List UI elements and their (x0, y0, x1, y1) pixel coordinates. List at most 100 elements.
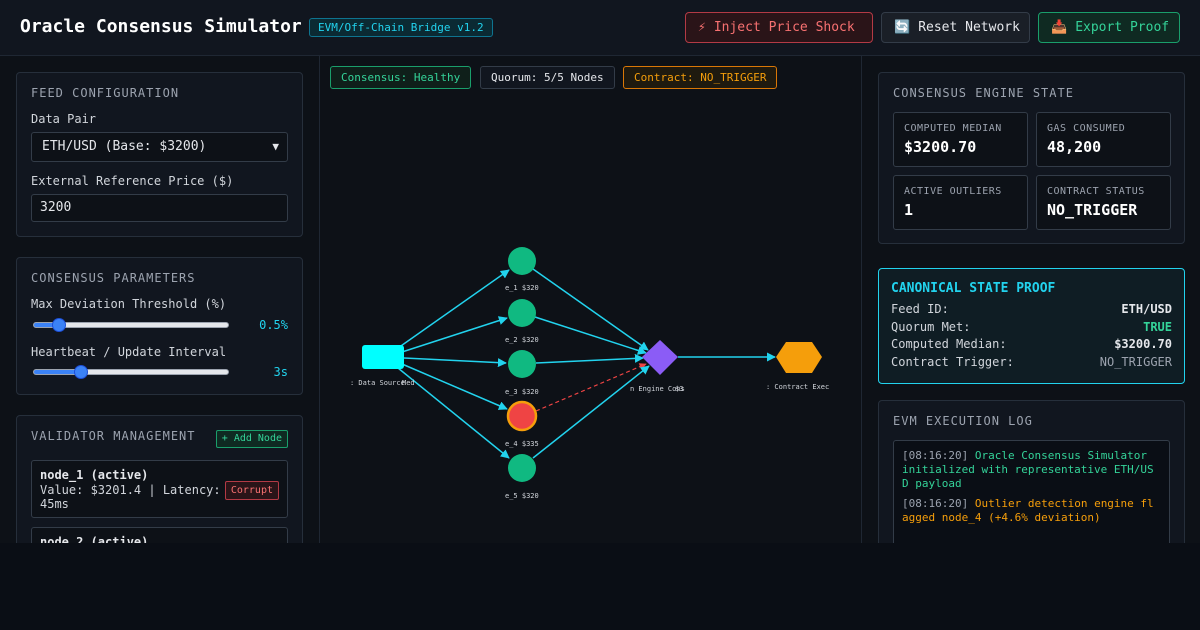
proof-title: CANONICAL STATE PROOF (891, 281, 1056, 296)
proof-row-computed-median: Computed Median: $3200.70 (891, 337, 1172, 351)
active-outliers-stat: ACTIVE OUTLIERS 1 (893, 175, 1028, 230)
data-pair-label: Data Pair (31, 112, 97, 126)
validator-node-4-outlier[interactable] (506, 400, 538, 432)
validator-node-5-label: e_5 $320 (505, 492, 539, 500)
validator-name: node_2 (active) (40, 535, 149, 543)
validator-management-panel: VALIDATOR MANAGEMENT + Add Node node_1 (… (16, 415, 303, 543)
app-window: Oracle Consensus Simulator EVM/Off-Chain… (0, 0, 1200, 543)
computed-median-stat: COMPUTED MEDIAN $3200.70 (893, 112, 1028, 167)
edge-node-1-engine (532, 268, 649, 351)
left-sidebar: FEED CONFIGURATION Data Pair ETH/USD (Ba… (0, 56, 320, 543)
gas-consumed-value: 48,200 (1047, 138, 1102, 156)
right-sidebar: CONSENSUS ENGINE STATE COMPUTED MEDIAN $… (861, 56, 1200, 543)
edge-source-node-1 (397, 269, 510, 349)
chevron-down-icon: ▼ (272, 140, 279, 153)
deviation-slider-thumb[interactable] (52, 318, 66, 332)
proof-row-quorum-met: Quorum Met: TRUE (891, 320, 1172, 334)
data-pair-select[interactable]: ETH/USD (Base: $3200) ▼ (31, 132, 288, 162)
data-source-sublabel: Med (402, 379, 415, 387)
deviation-threshold-slider[interactable] (33, 318, 229, 332)
consensus-engine-node[interactable] (642, 340, 678, 375)
validator-name: node_1 (active) (40, 468, 149, 482)
validator-node-2[interactable] (508, 299, 536, 327)
validator-node-1-label: e_1 $320 (505, 284, 539, 292)
consensus-parameters-panel: CONSENSUS PARAMETERS Max Deviation Thres… (16, 257, 303, 395)
heartbeat-interval-slider[interactable] (33, 365, 229, 379)
execution-log-title: EVM EXECUTION LOG (893, 414, 1033, 428)
evm-execution-log-panel: EVM EXECUTION LOG [08:16:20] Oracle Cons… (878, 400, 1185, 543)
log-entry: [08:16:20] Oracle Consensus Simulator in… (902, 449, 1160, 491)
deviation-threshold-value: 0.5% (259, 318, 288, 332)
reset-network-button[interactable]: 🔄 Reset Network (881, 12, 1030, 43)
export-proof-button[interactable]: 📥 Export Proof (1038, 12, 1180, 43)
contract-execution-node[interactable] (776, 342, 822, 373)
corrupt-node-button[interactable]: Corrupt (224, 481, 279, 500)
network-graph-area: : Data Source Med e_1 $320 e_2 $320 e_3 … (320, 56, 861, 543)
contract-status-label: CONTRACT STATUS (1047, 186, 1145, 197)
proof-value: ETH/USD (1121, 302, 1172, 316)
proof-key: Feed ID: (891, 302, 949, 316)
data-pair-value: ETH/USD (Base: $3200) (42, 139, 207, 154)
validator-node-3-label: e_3 $320 (505, 388, 539, 396)
validator-node-5[interactable] (508, 454, 536, 482)
heartbeat-slider-thumb[interactable] (74, 365, 88, 379)
consensus-engine-sublabel: $3 (675, 385, 683, 393)
heartbeat-interval-value: 3s (273, 365, 288, 379)
quorum-status-badge: Quorum: 5/5 Nodes (480, 66, 615, 89)
heartbeat-interval-label: Heartbeat / Update Interval (31, 345, 227, 359)
consensus-parameters-title: CONSENSUS PARAMETERS (31, 271, 196, 285)
validator-management-title: VALIDATOR MANAGEMENT (31, 429, 196, 443)
proof-row-feed-id: Feed ID: ETH/USD (891, 302, 1172, 316)
validator-node-1[interactable] (508, 247, 536, 275)
feed-configuration-panel: FEED CONFIGURATION Data Pair ETH/USD (Ba… (16, 72, 303, 237)
active-outliers-label: ACTIVE OUTLIERS (904, 186, 1002, 197)
lightning-icon: ⚡ (698, 20, 706, 35)
engine-state-title: CONSENSUS ENGINE STATE (893, 86, 1074, 100)
header: Oracle Consensus Simulator EVM/Off-Chain… (0, 0, 1200, 56)
add-node-button[interactable]: + Add Node (215, 430, 288, 448)
validator-card-node-1: node_1 (active) Value: $3201.4 | Latency… (31, 460, 288, 518)
contract-status-badge: Contract: NO_TRIGGER (623, 66, 778, 89)
edge-source-node-3 (403, 357, 507, 368)
computed-median-label: COMPUTED MEDIAN (904, 123, 1002, 134)
active-outliers-value: 1 (904, 201, 914, 219)
proof-row-contract-trigger: Contract Trigger: NO_TRIGGER (891, 355, 1172, 369)
reference-price-input[interactable]: 3200 (31, 194, 288, 222)
reference-price-label: External Reference Price ($) (31, 174, 234, 188)
validator-node-4-label: e_4 $335 (505, 440, 539, 448)
data-source-label: : Data Source (350, 379, 405, 387)
validator-card-node-2: node_2 (active) (31, 527, 288, 543)
inject-price-shock-button[interactable]: ⚡ Inject Price Shock (685, 12, 873, 43)
edge-node-5-engine (532, 365, 650, 459)
deviation-threshold-label: Max Deviation Threshold (%) (31, 297, 227, 311)
contract-execution-label: : Contract Exec (766, 383, 829, 391)
gas-consumed-label: GAS CONSUMED (1047, 123, 1126, 134)
execution-log[interactable]: [08:16:20] Oracle Consensus Simulator in… (893, 440, 1170, 543)
proof-key: Quorum Met: (891, 320, 971, 334)
edge-node-2-engine (534, 316, 647, 355)
validator-node-2-label: e_2 $320 (505, 336, 539, 344)
data-source-node[interactable] (362, 345, 404, 369)
computed-median-value: $3200.70 (904, 138, 977, 156)
proof-value: NO_TRIGGER (1099, 355, 1172, 369)
proof-value: TRUE (1143, 320, 1172, 334)
edge-node-3-engine (535, 353, 644, 364)
contract-status-stat: CONTRACT STATUS NO_TRIGGER (1036, 175, 1171, 230)
feed-configuration-title: FEED CONFIGURATION (31, 86, 180, 100)
export-proof-label: Export Proof (1075, 20, 1170, 35)
edge-source-node-4 (401, 363, 508, 410)
proof-value: $3200.70 (1114, 337, 1172, 351)
proof-key: Computed Median: (891, 337, 1007, 351)
validator-node-3[interactable] (508, 350, 536, 378)
app-title: Oracle Consensus Simulator (20, 16, 302, 37)
network-graph: : Data Source Med e_1 $320 e_2 $320 e_3 … (350, 247, 829, 500)
reference-price-value: 3200 (40, 200, 72, 215)
reset-network-label: Reset Network (918, 20, 1020, 35)
proof-key: Contract Trigger: (891, 355, 1014, 369)
inject-price-shock-label: Inject Price Shock (713, 20, 855, 35)
consensus-status-badge: Consensus: Healthy (330, 66, 472, 89)
log-timestamp: [08:16:20] (902, 497, 969, 510)
log-entry: [08:16:20] Outlier detection engine flag… (902, 497, 1160, 525)
gas-consumed-stat: GAS CONSUMED 48,200 (1036, 112, 1171, 167)
refresh-icon: 🔄 (894, 20, 911, 35)
